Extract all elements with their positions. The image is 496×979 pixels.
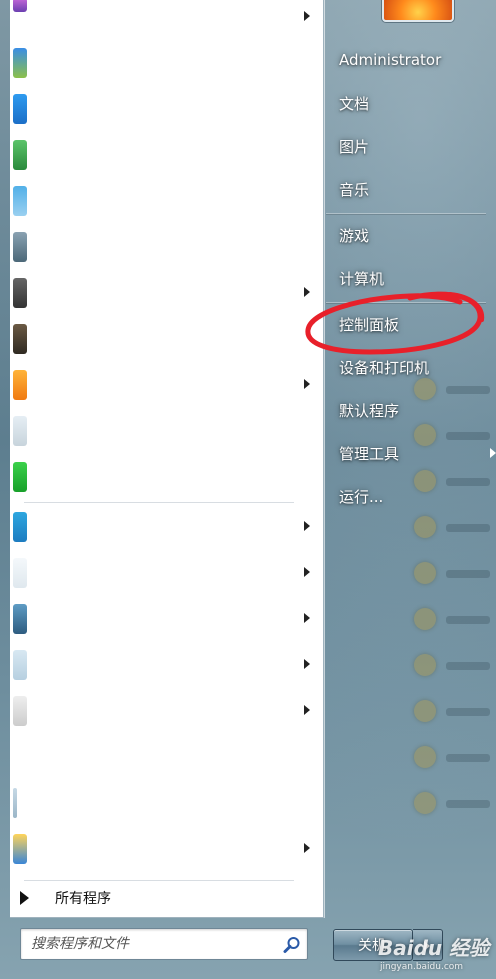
program-icon [13, 324, 27, 354]
program-icon [13, 94, 27, 124]
chevron-right-icon [304, 659, 310, 669]
user-avatar[interactable] [382, 0, 454, 22]
chevron-right-icon [304, 287, 310, 297]
menu-item-default-programs[interactable]: 默认程序 [326, 390, 496, 430]
background-text [446, 570, 490, 578]
program-icon [13, 834, 27, 864]
program-item[interactable] [10, 0, 324, 40]
program-item[interactable] [10, 178, 324, 224]
program-item[interactable] [10, 362, 324, 408]
search-box[interactable] [20, 928, 308, 960]
program-item[interactable] [10, 596, 324, 642]
chevron-right-icon [424, 941, 430, 951]
background-coin-icon [414, 654, 436, 676]
divider [326, 213, 486, 214]
program-icon [13, 604, 27, 634]
menu-item-control-panel[interactable]: 控制面板 [326, 304, 496, 344]
menu-item-label: 音乐 [339, 180, 370, 199]
program-list-panel [10, 0, 324, 918]
program-item[interactable] [10, 316, 324, 362]
program-icon [13, 512, 27, 542]
menu-item-label: 游戏 [339, 226, 370, 245]
background-coin-icon [414, 516, 436, 538]
program-item[interactable] [10, 550, 324, 596]
program-item[interactable] [10, 86, 324, 132]
menu-item-pictures[interactable]: 图片 [326, 126, 496, 166]
program-item[interactable] [10, 132, 324, 178]
chevron-right-icon [490, 448, 496, 458]
menu-item-label: 设备和打印机 [339, 358, 430, 377]
program-item[interactable] [10, 408, 324, 454]
menu-item-label: 图片 [339, 137, 370, 156]
divider [24, 502, 294, 503]
program-icon [13, 696, 27, 726]
program-icon [13, 48, 27, 78]
background-text [446, 616, 490, 624]
program-icon [13, 278, 27, 308]
chevron-right-icon [304, 705, 310, 715]
program-icon [13, 650, 27, 680]
background-coin-icon [414, 700, 436, 722]
background-text [446, 662, 490, 670]
program-item[interactable] [10, 826, 324, 872]
shutdown-button[interactable]: 关机 [333, 929, 413, 961]
program-icon [13, 140, 27, 170]
search-icon[interactable] [283, 936, 301, 954]
background-text [446, 800, 490, 808]
program-item[interactable] [10, 454, 324, 500]
program-icon [13, 186, 27, 216]
chevron-right-icon [304, 613, 310, 623]
background-text [446, 754, 490, 762]
chevron-right-icon [304, 567, 310, 577]
search-input[interactable] [21, 929, 276, 959]
shutdown-options-button[interactable] [413, 929, 443, 961]
program-icon [13, 416, 27, 446]
triangle-right-icon [20, 891, 29, 905]
shutdown-label: 关机 [358, 938, 386, 954]
chevron-right-icon [304, 843, 310, 853]
all-programs-button[interactable]: 所有程序 [10, 884, 310, 912]
program-icon [13, 232, 27, 262]
menu-item-music[interactable]: 音乐 [326, 169, 496, 209]
chevron-right-icon [304, 521, 310, 531]
program-icon [13, 462, 27, 492]
chevron-right-icon [304, 11, 310, 21]
program-item[interactable] [10, 504, 324, 550]
background-coin-icon [414, 608, 436, 630]
program-item[interactable] [10, 40, 324, 86]
menu-item-label: 文档 [339, 94, 370, 113]
menu-item-documents[interactable]: 文档 [326, 83, 496, 123]
menu-item-games[interactable]: 游戏 [326, 215, 496, 255]
background-coin-icon [414, 562, 436, 584]
menu-item-label: 运行... [339, 487, 384, 506]
divider [326, 302, 486, 303]
menu-item-label: 控制面板 [339, 315, 400, 334]
program-item[interactable] [10, 270, 324, 316]
menu-item-devices-printers[interactable]: 设备和打印机 [326, 347, 496, 387]
user-name[interactable]: Administrator [326, 40, 496, 80]
program-item[interactable] [10, 224, 324, 270]
background-text [446, 708, 490, 716]
program-item[interactable] [10, 688, 324, 734]
chevron-right-icon [304, 379, 310, 389]
all-programs-label: 所有程序 [55, 891, 111, 907]
background-coin-icon [414, 792, 436, 814]
menu-item-label: 计算机 [339, 269, 385, 288]
program-icon [13, 558, 27, 588]
program-icon [13, 0, 27, 12]
menu-item-admin-tools[interactable]: 管理工具 [326, 433, 496, 473]
program-item[interactable] [10, 780, 324, 826]
user-name-label: Administrator [339, 51, 442, 69]
background-text [446, 524, 490, 532]
menu-item-label: 默认程序 [339, 401, 400, 420]
program-icon [13, 788, 17, 818]
background-coin-icon [414, 746, 436, 768]
program-icon [13, 370, 27, 400]
menu-item-label: 管理工具 [339, 444, 400, 463]
program-item[interactable] [10, 642, 324, 688]
menu-item-computer[interactable]: 计算机 [326, 258, 496, 298]
menu-item-run[interactable]: 运行... [326, 476, 496, 516]
divider [24, 880, 294, 881]
